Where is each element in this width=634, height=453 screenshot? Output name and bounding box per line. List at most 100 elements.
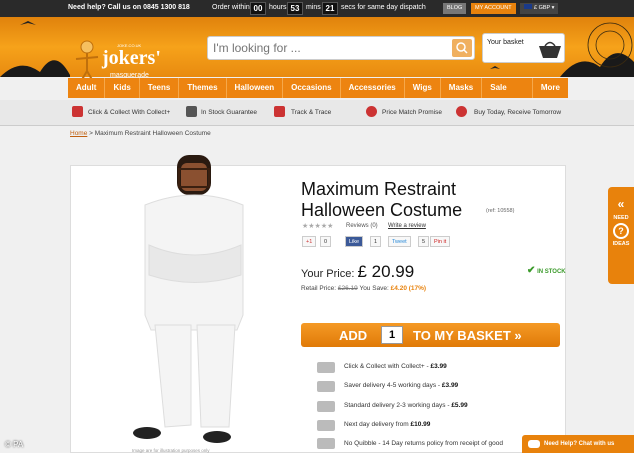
gplus-button[interactable]: +1	[302, 236, 317, 247]
clock-icon	[456, 106, 467, 117]
van-icon	[72, 106, 83, 117]
chevron-left-icon: «	[617, 197, 625, 211]
uk-flag-icon	[524, 4, 532, 9]
search-input[interactable]	[213, 41, 448, 55]
delivery-text: Click & Collect with Collect+ -	[344, 363, 431, 370]
help-phone-text: Need help? Call us on 0845 1300 818	[68, 4, 190, 11]
delivery-option-nextday: Next day delivery from £10.99	[344, 421, 430, 428]
nav-item-masks[interactable]: Masks	[441, 78, 483, 98]
countdown-hours-label: hours	[269, 4, 287, 11]
nav-item-kids[interactable]: Kids	[105, 78, 140, 98]
delivery-option-returns: No Quibble - 14 Day returns policy from …	[344, 440, 503, 447]
my-account-button[interactable]: MY ACCOUNT	[471, 3, 516, 14]
to-basket-label: TO MY BASKET »	[413, 328, 522, 343]
save-value: £4.20 (17%)	[390, 285, 427, 292]
order-within-label: Order within	[212, 4, 250, 11]
add-to-basket-button[interactable]: ADD TO MY BASKET »	[301, 323, 560, 347]
like-count: 1	[370, 236, 382, 247]
delivery-text: No Quibble - 14 Day returns policy from …	[344, 440, 503, 447]
image-caption: Image are for illustration purposes only	[132, 448, 210, 453]
nav-item-accessories[interactable]: Accessories	[341, 78, 405, 98]
delivery-option-standard: Standard delivery 2-3 working days - £5.…	[344, 402, 468, 409]
top-bar: Need help? Call us on 0845 1300 818 Orde…	[0, 0, 634, 17]
facebook-like-button[interactable]: Like	[345, 236, 364, 247]
usp-buy-today[interactable]: Buy Today, Receive Tomorrow	[474, 109, 561, 116]
breadcrumb: Home > Maximum Restraint Halloween Costu…	[70, 130, 211, 137]
box-icon	[186, 106, 197, 117]
search-button[interactable]	[452, 39, 472, 57]
basket-widget[interactable]: Your basket	[482, 33, 565, 63]
countdown-secs: 21	[322, 2, 338, 15]
rating-stars: ★★★★★	[302, 223, 334, 230]
price-value: £ 20.99	[357, 262, 415, 281]
tweet-count: 5	[418, 236, 430, 247]
basket-icon	[539, 41, 561, 58]
product-image[interactable]	[125, 155, 255, 453]
chat-button[interactable]: Need Help? Chat with us	[522, 435, 634, 453]
need-ideas-line2: IDEAS	[612, 241, 630, 247]
usp-price-match[interactable]: Price Match Promise	[382, 109, 442, 116]
nav-item-sale[interactable]: Sale Items	[482, 78, 533, 112]
reviews-count[interactable]: Reviews (0)	[346, 223, 378, 229]
price-block: Your Price: £ 20.99	[301, 262, 414, 282]
nav-item-teens[interactable]: Teens	[140, 78, 180, 98]
in-stock-badge: ✔ IN STOCK	[527, 265, 566, 276]
currency-value: £ GBP	[534, 5, 551, 11]
tweet-button[interactable]: Tweet	[388, 236, 411, 247]
blog-button[interactable]: BLOG	[443, 3, 467, 14]
usp-click-collect[interactable]: Click & Collect With Collect+	[88, 109, 170, 116]
need-ideas-tab[interactable]: « NEED ? IDEAS	[608, 187, 634, 284]
delivery-option-collect: Click & Collect with Collect+ - £3.99	[344, 363, 447, 370]
usp-in-stock[interactable]: In Stock Guarantee	[201, 109, 257, 116]
breadcrumb-current: > Maximum Restraint Halloween Costume	[89, 130, 211, 137]
price-match-icon	[366, 106, 377, 117]
usp-track-trace[interactable]: Track & Trace	[291, 109, 331, 116]
delivery-price: £3.99	[441, 382, 459, 389]
nav-item-wigs[interactable]: Wigs	[405, 78, 441, 98]
nav-item-more[interactable]: More	[533, 78, 568, 98]
nav-item-occasions[interactable]: Occasions	[283, 78, 341, 98]
nav-item-themes[interactable]: Themes	[179, 78, 227, 98]
retail-price-line: Retail Price: £26.19 You Save: £4.20 (17…	[301, 285, 426, 292]
delivery-option-saver: Saver delivery 4-5 working days - £3.99	[344, 382, 458, 389]
logo-main-text: jokers'	[102, 47, 161, 69]
chat-bubble-icon	[528, 440, 540, 448]
delivery-price: £5.99	[451, 402, 468, 409]
breadcrumb-home-link[interactable]: Home	[70, 130, 87, 137]
van-icon	[317, 381, 335, 392]
product-ref: (ref: 10558)	[486, 208, 515, 214]
pinterest-button[interactable]: Pin it	[430, 236, 451, 247]
usp-bar: Click & Collect With Collect+ In Stock G…	[0, 100, 634, 126]
delivery-text: Standard delivery 2-3 working days -	[344, 402, 452, 409]
nav-item-halloween[interactable]: Halloween	[227, 78, 284, 98]
delivery-price: £10.99	[410, 421, 431, 428]
add-label: ADD	[339, 328, 368, 343]
search-box	[207, 36, 475, 60]
save-label: You Save:	[359, 285, 389, 292]
retail-label: Retail Price:	[301, 285, 337, 292]
countdown-secs-label: secs for same day dispatch	[341, 4, 426, 11]
gplus-count: 0	[320, 236, 332, 247]
basket-label: Your basket	[487, 39, 524, 46]
countdown-hours: 00	[250, 2, 266, 15]
checkmark-icon: ✔	[527, 265, 536, 276]
pa-watermark: © PA	[5, 440, 24, 449]
in-stock-text: IN STOCK	[537, 269, 566, 275]
delivery-price: £3.99	[430, 363, 447, 370]
currency-select[interactable]: £ GBP ▾	[520, 3, 559, 14]
write-review-link[interactable]: Write a review	[388, 223, 426, 229]
retail-price: £26.19	[337, 285, 358, 292]
chevron-down-icon: ▾	[551, 5, 555, 11]
main-nav: Adult Kids Teens Themes Halloween Occasi…	[68, 78, 568, 112]
chat-label: Need Help? Chat with us	[544, 441, 615, 447]
countdown-mins: 53	[287, 2, 303, 15]
returns-icon	[317, 438, 335, 449]
express-icon	[317, 420, 335, 431]
countdown-mins-label: mins	[306, 4, 321, 11]
quantity-input[interactable]	[381, 326, 403, 344]
nav-item-adult[interactable]: Adult	[68, 78, 106, 98]
need-ideas-line1: NEED	[613, 215, 629, 221]
track-icon	[274, 106, 285, 117]
shop-icon	[317, 362, 335, 373]
truck-icon	[317, 401, 335, 412]
